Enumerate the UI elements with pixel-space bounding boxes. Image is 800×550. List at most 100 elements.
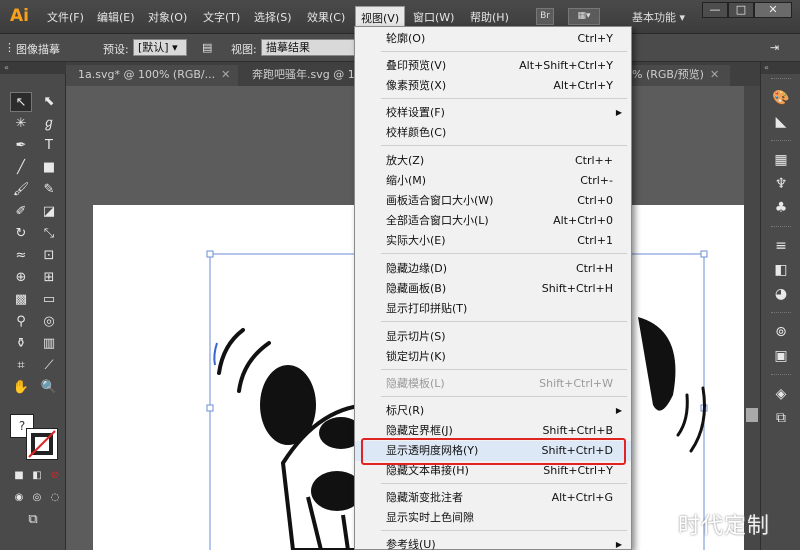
menu-item-shortcut: Alt+Ctrl+Y [553,79,613,92]
color-guide-icon[interactable]: ◣ [770,112,792,132]
menu-item-lock-slices[interactable]: 锁定切片(K) [355,347,631,367]
panel-grip[interactable] [771,226,791,230]
eraser-tool-icon[interactable]: ◪ [38,202,60,222]
rotate-tool-icon[interactable]: ↻ [10,224,32,244]
gradient-tool-icon[interactable]: ▭ [38,290,60,310]
lasso-tool-icon[interactable]: ℊ [38,114,60,134]
perspective-grid-tool-icon[interactable]: ⊞ [38,268,60,288]
slice-tool-icon[interactable]: ⟋ [38,356,60,376]
transparency-panel-icon[interactable]: ◕ [770,284,792,304]
menu-window[interactable]: 窗口(W) [413,9,454,25]
tab-runner-svg[interactable]: 奔跑吧骚年.svg @ 128 [240,65,356,86]
menu-file[interactable]: 文件(F) [47,9,84,25]
submenu-arrow-icon: ▶ [615,406,622,415]
column-graph-tool-icon[interactable]: ▥ [38,334,60,354]
view-select[interactable]: 描摹结果 [261,39,361,56]
menu-item-fit-all[interactable]: 全部适合窗口大小(L) Alt+Ctrl+0 [355,211,631,231]
close-icon[interactable]: ✕ [754,2,792,18]
vertical-scrollbar[interactable] [744,86,760,550]
brushes-panel-icon[interactable]: ♆ [770,174,792,194]
direct-selection-tool-icon[interactable]: ⬉ [38,92,60,112]
menu-item-fit-artboard[interactable]: 画板适合窗口大小(W) Ctrl+0 [355,191,631,211]
menu-item-show-live-paint-gaps[interactable]: 显示实时上色间隙 [355,508,631,528]
menu-item-hide-gradient-annotator[interactable]: 隐藏渐变批注者 Alt+Ctrl+G [355,488,631,508]
menu-item-outline[interactable]: 轮廓(O) Ctrl+Y [355,29,631,49]
menu-item-guides[interactable]: 参考线(U) ▶ [355,535,631,550]
tab-close-icon[interactable]: ✕ [710,68,719,81]
menu-item-shortcut: Ctrl+H [575,262,613,275]
panel-grip[interactable] [771,374,791,378]
menu-item-show-slices[interactable]: 显示切片(S) [355,327,631,347]
type-tool-icon[interactable]: T [38,136,60,156]
eyedropper-tool-icon[interactable]: ⚲ [10,312,32,332]
menu-item-show-print-tiling[interactable]: 显示打印拼贴(T) [355,299,631,319]
panel-grip[interactable] [771,140,791,144]
menu-item-hide-edges[interactable]: 隐藏边缘(D) Ctrl+H [355,259,631,279]
preset-select[interactable]: [默认] ▾ [133,39,187,56]
draw-inside-icon[interactable]: ◌ [44,488,66,508]
pen-tool-icon[interactable]: ✒ [10,136,32,156]
tab-close-icon[interactable]: ✕ [221,68,230,81]
workspace-switcher[interactable]: 基本功能 ▾ [632,9,685,25]
tab-1a-svg[interactable]: 1a.svg* @ 100% (RGB/... ✕ [66,65,238,86]
collapse-icon[interactable]: « [0,62,66,74]
menu-item-overprint-preview[interactable]: 叠印预览(V) Alt+Shift+Ctrl+Y [355,56,631,76]
graphic-styles-panel-icon[interactable]: ▣ [770,346,792,366]
color-panel-icon[interactable]: 🎨 [770,88,792,108]
layers-panel-icon[interactable]: ◈ [770,384,792,404]
menu-item-proof-colors[interactable]: 校样颜色(C) [355,123,631,143]
menu-help[interactable]: 帮助(H) [470,9,509,25]
arrange-documents-icon[interactable]: ▦▾ [568,8,600,25]
shape-builder-tool-icon[interactable]: ⊕ [10,268,32,288]
menu-edit[interactable]: 编辑(E) [97,9,135,25]
scale-tool-icon[interactable]: ⤡ [38,224,60,244]
panel-grip[interactable] [771,312,791,316]
menu-item-rulers[interactable]: 标尺(R) ▶ [355,401,631,421]
menu-item-zoom-out[interactable]: 缩小(M) Ctrl+- [355,171,631,191]
mesh-tool-icon[interactable]: ▩ [10,290,32,310]
bridge-button[interactable]: Br [536,8,554,25]
magic-wand-tool-icon[interactable]: ✳ [10,114,32,134]
pencil-tool-icon[interactable]: ✎ [38,180,60,200]
artboard-tool-icon[interactable]: ⌗ [10,356,32,376]
panel-grip[interactable] [771,78,791,82]
none-mode-icon[interactable]: ⊘ [44,466,66,486]
paintbrush-tool-icon[interactable]: 🖌 [10,180,32,200]
rectangle-tool-icon[interactable]: ■ [38,158,60,178]
menu-effect[interactable]: 效果(C) [307,9,345,25]
free-transform-tool-icon[interactable]: ⊡ [38,246,60,266]
artboards-panel-icon[interactable]: ⧉ [770,408,792,428]
menu-item-label: 像素预览(X) [386,79,447,92]
menu-type[interactable]: 文字(T) [203,9,240,25]
menu-select[interactable]: 选择(S) [254,9,292,25]
symbols-panel-icon[interactable]: ♣ [770,198,792,218]
menu-item-label: 画板适合窗口大小(W) [386,194,494,207]
stroke-swatch[interactable] [26,428,58,460]
maximize-icon[interactable]: □ [728,2,754,18]
minimize-icon[interactable]: — [702,2,728,18]
gradient-panel-icon[interactable]: ◧ [770,260,792,280]
tab-current[interactable]: % (RGB/预览) ✕ [620,65,730,86]
symbol-sprayer-tool-icon[interactable]: ⚱ [10,334,32,354]
swatches-panel-icon[interactable]: ▦ [770,150,792,170]
blend-tool-icon[interactable]: ◎ [38,312,60,332]
menu-item-pixel-preview[interactable]: 像素预览(X) Alt+Ctrl+Y [355,76,631,96]
stroke-panel-icon[interactable]: ≡ [770,236,792,256]
line-tool-icon[interactable]: ╱ [10,158,32,178]
menu-object[interactable]: 对象(O) [148,9,187,25]
menu-item-proof-setup[interactable]: 校样设置(F) ▶ [355,103,631,123]
width-tool-icon[interactable]: ≈ [10,246,32,266]
screen-mode-icon[interactable]: ⧉ [22,510,44,530]
menu-item-zoom-in[interactable]: 放大(Z) Ctrl++ [355,151,631,171]
menu-item-hide-artboards[interactable]: 隐藏画板(B) Shift+Ctrl+H [355,279,631,299]
trace-panel-icon[interactable]: ▤ [202,41,212,54]
hand-tool-icon[interactable]: ✋ [10,378,32,398]
scrollbar-thumb[interactable] [746,408,758,422]
blob-brush-tool-icon[interactable]: ✐ [10,202,32,222]
zoom-tool-icon[interactable]: 🔍 [38,378,60,398]
menu-item-actual-size[interactable]: 实际大小(E) Ctrl+1 [355,231,631,251]
collapse-icon[interactable]: « [761,62,800,74]
appearance-panel-icon[interactable]: ⊚ [770,322,792,342]
panel-menu-icon[interactable]: ⇥ [770,41,779,54]
selection-tool-icon[interactable]: ↖ [10,92,32,112]
